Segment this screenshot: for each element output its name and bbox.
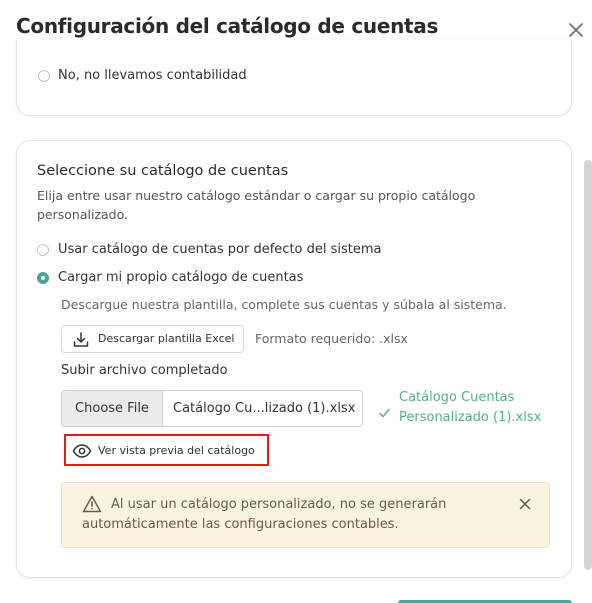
choose-file-button[interactable]: Choose File [62, 391, 163, 426]
eye-icon [72, 443, 92, 462]
radio-custom-catalog[interactable] [37, 272, 49, 284]
selected-file-name: Catálogo Cu...lizado (1).xlsx [173, 401, 356, 416]
check-icon [379, 403, 390, 422]
preview-catalog-button[interactable]: Ver vista previa del catálogo [64, 434, 269, 466]
alert-line2: automáticamente las configuraciones cont… [82, 517, 399, 532]
custom-catalog-alert: Al usar un catálogo personalizado, no se… [61, 482, 550, 548]
format-note: Formato requerido: .xlsx [255, 331, 408, 346]
catalog-description-line1: Elija entre usar nuestro catálogo estánd… [37, 188, 476, 203]
catalog-description-line2: personalizado. [37, 207, 129, 222]
upload-success-line2: Personalizado (1).xlsx [399, 410, 542, 425]
scrollbar-thumb[interactable] [584, 160, 592, 570]
download-button-label: Descargar plantilla Excel [98, 332, 235, 345]
download-icon [72, 331, 90, 353]
radio-custom-catalog-label[interactable]: Cargar mi propio catálogo de cuentas [58, 270, 303, 285]
radio-no-accounting-label[interactable]: No, no llevamos contabilidad [58, 68, 247, 83]
preview-button-label: Ver vista previa del catálogo [98, 444, 255, 457]
radio-no-accounting[interactable] [38, 70, 50, 82]
dialog-title: Configuración del catálogo de cuentas [16, 14, 439, 38]
alert-message: Al usar un catálogo personalizado, no se… [82, 495, 446, 535]
alert-line1: Al usar un catálogo personalizado, no se… [111, 497, 447, 512]
download-template-button[interactable]: Descargar plantilla Excel [61, 325, 244, 353]
upload-success-line1: Catálogo Cuentas [399, 390, 515, 405]
radio-default-catalog[interactable] [37, 244, 49, 256]
alert-close-icon[interactable] [516, 495, 534, 513]
accounting-card: No, no llevamos contabilidad [16, 40, 572, 116]
file-input[interactable]: Choose File Catálogo Cu...lizado (1).xls… [61, 390, 363, 427]
upload-label: Subir archivo completado [61, 363, 228, 378]
catalog-section-title: Seleccione su catálogo de cuentas [37, 163, 289, 179]
radio-default-catalog-label[interactable]: Usar catálogo de cuentas por defecto del… [58, 242, 382, 257]
template-instructions: Descargue nuestra plantilla, complete su… [61, 297, 507, 312]
